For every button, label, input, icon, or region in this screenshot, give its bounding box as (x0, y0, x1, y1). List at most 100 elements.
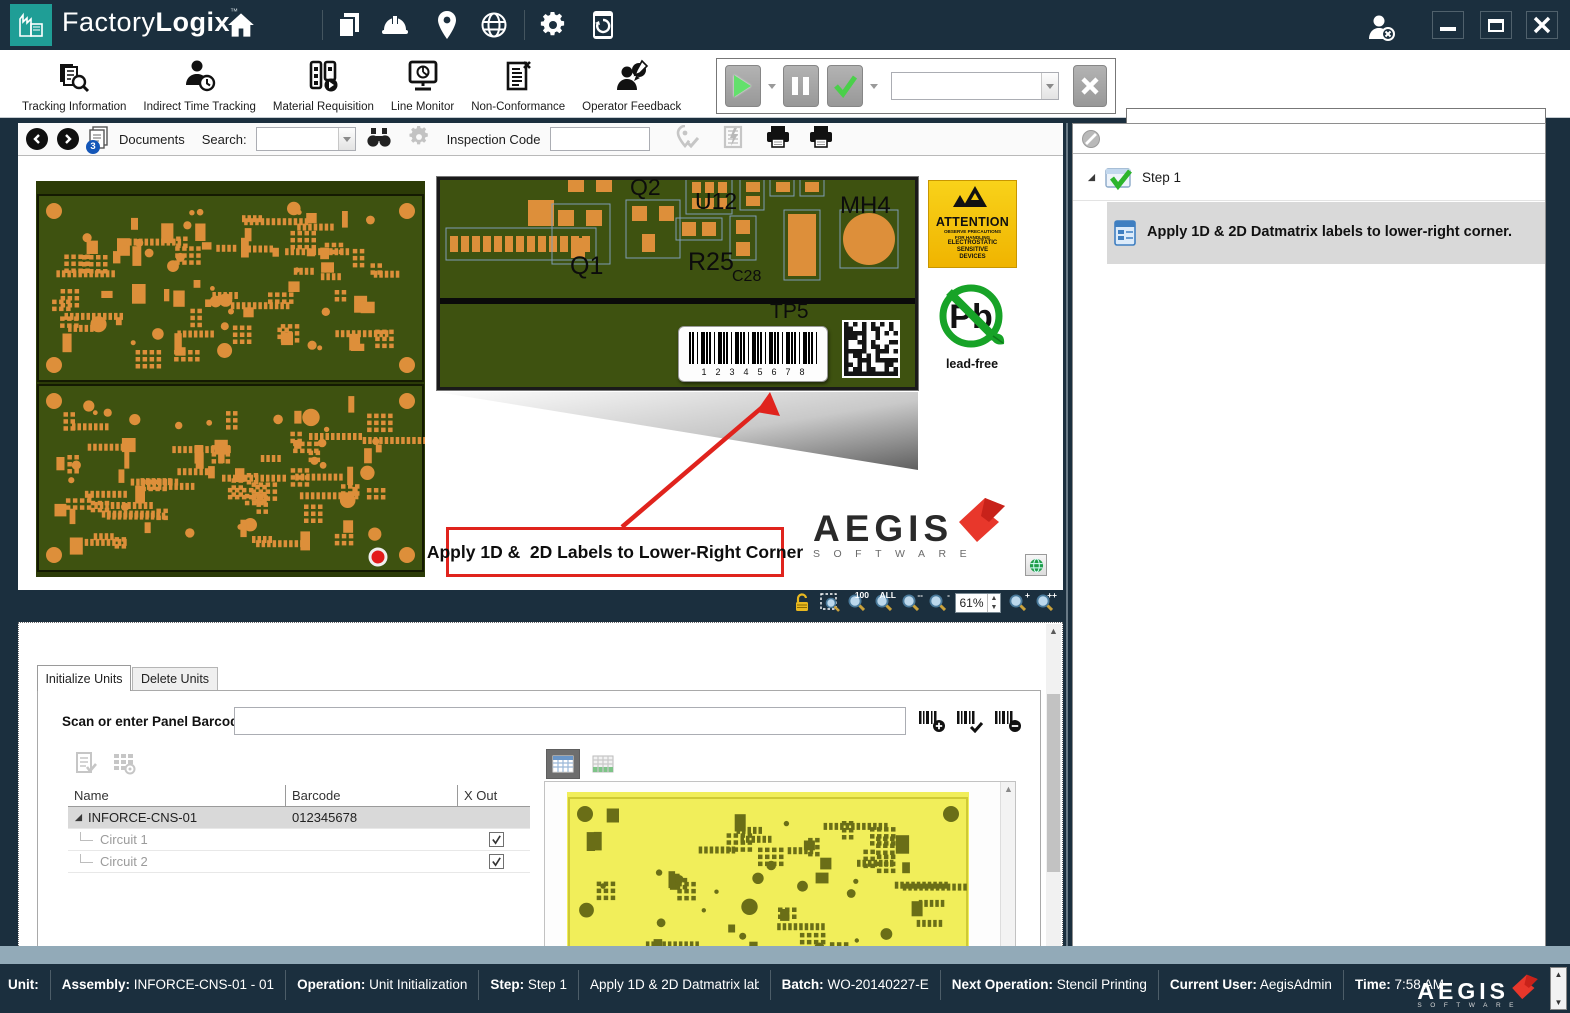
unlock-icon[interactable] (793, 593, 813, 613)
column-name[interactable]: Name (68, 785, 286, 807)
status-batch: Batch: WO-20140227-E (782, 977, 929, 992)
esd-triangles-icon (951, 183, 995, 209)
zoom-100-icon[interactable]: 100 (847, 593, 867, 613)
titlebar-separator (322, 10, 323, 40)
logout-user-icon[interactable] (1366, 12, 1396, 42)
step-instruction-item[interactable]: Apply 1D & 2D Datmatrix labels to lower-… (1073, 202, 1545, 264)
zoom-all-icon[interactable]: ALL (874, 593, 894, 613)
aegis-arrow-icon (955, 494, 1009, 550)
minimize-button[interactable] (1432, 11, 1464, 39)
panel-preview-container[interactable]: ▲ ▼ (544, 781, 1016, 958)
complete-button[interactable] (827, 65, 863, 107)
no-entry-icon (1081, 129, 1101, 149)
statusbar-spinner[interactable]: ▲▼ (1550, 967, 1567, 1010)
zoom-in-icon[interactable]: + (1008, 593, 1028, 613)
non-conformance-button[interactable]: Non-Conformance (471, 58, 565, 113)
inspection-code-input[interactable] (550, 127, 650, 151)
print-labels-icon[interactable] (808, 125, 834, 154)
cancel-button[interactable] (1073, 65, 1107, 107)
language-globe-button[interactable] (1025, 554, 1047, 576)
factorylogix-logo-icon (10, 4, 52, 46)
zoom-level-spinner[interactable]: 61% ▲▼ (955, 593, 1001, 613)
esd-title: ATTENTION (929, 215, 1016, 229)
barcode-add-icon[interactable] (918, 709, 946, 733)
app-title: FactoryLogix™ (62, 7, 239, 38)
expander-expanded-icon[interactable] (74, 813, 83, 822)
work-instruction-viewer[interactable]: Q2 U12 MH4 Q1 R25 C28 TP5 12345678 ATTEN… (18, 156, 1063, 590)
aegis-logo: AEGIS SOFTWARE (813, 508, 1028, 574)
material-boxes-icon (305, 58, 341, 99)
operator-feedback-button[interactable]: Operator Feedback (582, 58, 681, 113)
search-caret[interactable] (338, 128, 355, 150)
hardhat-icon[interactable] (380, 10, 410, 40)
maximize-button[interactable] (1480, 11, 1512, 39)
view-bottom-side-button[interactable] (586, 749, 620, 779)
binoculars-icon[interactable] (365, 126, 393, 153)
column-xout[interactable]: X Out (458, 785, 528, 807)
print-icon[interactable] (765, 125, 791, 154)
material-requisition-button[interactable]: Material Requisition (273, 58, 374, 113)
status-unit: Unit: (8, 977, 39, 992)
step-tree-item[interactable]: Step 1 (1073, 155, 1545, 201)
globe-icon[interactable] (479, 10, 509, 40)
documents-stack-icon[interactable] (334, 10, 364, 40)
circuit-name: Circuit 1 (100, 832, 148, 847)
aegis-statusbar-logo: AEGIS SOFTWARE (1417, 978, 1540, 1009)
run-mode-caret[interactable] (1041, 73, 1058, 99)
barcode-verify-icon[interactable] (956, 709, 984, 733)
tracking-information-button[interactable]: Tracking Information (22, 58, 126, 113)
zoom-out-icon[interactable]: - (928, 593, 948, 613)
back-button[interactable] (26, 128, 48, 150)
tab-initialize-units[interactable]: Initialize Units (37, 665, 131, 691)
zoom-spinner-arrows[interactable]: ▲▼ (987, 594, 1000, 612)
settings-gear-icon[interactable] (538, 10, 568, 40)
leadfree-text: lead-free (930, 357, 1014, 371)
home-icon[interactable] (226, 10, 256, 40)
refdes-label: TP5 (770, 300, 809, 324)
forward-button[interactable] (57, 128, 79, 150)
barcode-remove-icon[interactable] (994, 709, 1022, 733)
xout-checkbox[interactable] (489, 854, 504, 869)
zoom-out-fast-icon[interactable]: -- (901, 593, 921, 613)
document-toolbar: 3 Documents Search: Inspection Code (18, 123, 1063, 156)
close-button[interactable] (1526, 11, 1558, 39)
esd-attention-label: ATTENTION OBSERVE PRECAUTIONS FOR HANDLI… (928, 180, 1017, 268)
search-select[interactable] (256, 127, 356, 151)
table-row-circuit[interactable]: Circuit 2 (68, 851, 530, 873)
column-barcode[interactable]: Barcode (286, 785, 458, 807)
barcode-digits: 12345678 (692, 367, 813, 377)
scrollbar-thumb[interactable] (1047, 694, 1060, 872)
map-pin-icon[interactable] (432, 10, 462, 40)
xout-checkbox[interactable] (489, 832, 504, 847)
start-options-caret[interactable] (768, 84, 776, 89)
refdes-label: Q1 (570, 252, 603, 281)
sync-device-icon[interactable] (588, 10, 618, 40)
inspection-code-label: Inspection Code (447, 132, 541, 147)
table-header-row[interactable]: Name Barcode X Out (68, 785, 530, 807)
document-x-icon (500, 58, 536, 99)
tab-delete-units[interactable]: Delete Units (132, 667, 218, 691)
units-table[interactable]: Name Barcode X Out INFORCE-CNS-01 012345… (68, 785, 530, 873)
line-monitor-button[interactable]: Line Monitor (391, 58, 454, 113)
run-mode-select[interactable] (891, 72, 1059, 100)
edit-list-disabled-icon (74, 751, 98, 775)
table-row-panel[interactable]: INFORCE-CNS-01 012345678 (68, 807, 530, 829)
run-mode-value (892, 73, 1041, 99)
complete-options-caret[interactable] (870, 84, 878, 89)
tree-connector (80, 832, 93, 841)
documents-icon[interactable]: 3 (88, 126, 110, 152)
start-button[interactable] (725, 65, 761, 107)
step-expander-icon[interactable] (1087, 173, 1096, 182)
panel-vertical-scrollbar[interactable]: ▲ ▼ (1046, 624, 1061, 956)
zoom-in-fast-icon[interactable]: ++ (1035, 593, 1055, 613)
panel-barcode-input[interactable] (234, 707, 906, 735)
table-row-circuit[interactable]: Circuit 1 (68, 829, 530, 851)
indirect-time-tracking-button[interactable]: Indirect Time Tracking (143, 58, 255, 113)
aegis-arrow-icon (1510, 972, 1540, 1004)
run-control-group (716, 58, 1116, 114)
zoom-region-icon[interactable] (820, 593, 840, 613)
pause-button[interactable] (783, 65, 819, 107)
panel-splitter[interactable] (1066, 123, 1068, 958)
preview-scrollbar[interactable]: ▲ ▼ (1000, 782, 1015, 958)
view-top-side-button[interactable] (546, 749, 580, 779)
